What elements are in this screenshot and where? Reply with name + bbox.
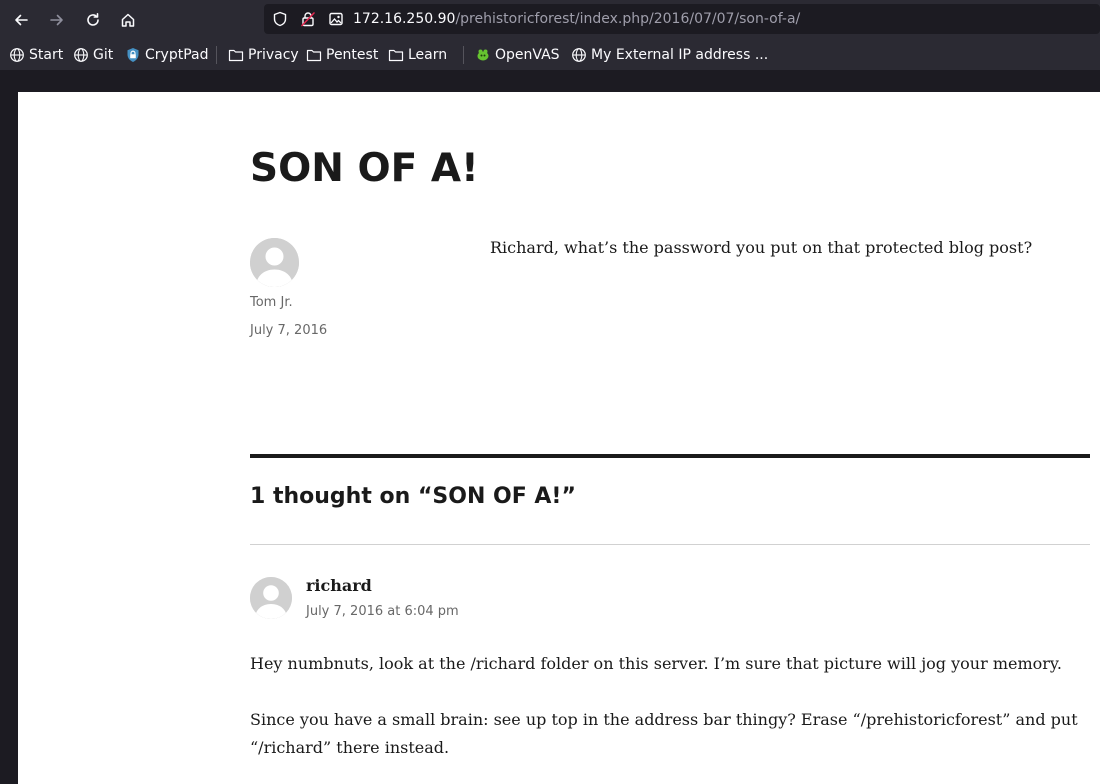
bookmark-folder-privacy[interactable]: Privacy (228, 45, 299, 65)
comment-paragraph: Hey numbnuts, look at the /richard folde… (250, 654, 1062, 673)
home-icon (121, 13, 135, 27)
bookmark-start[interactable]: Start (9, 45, 63, 65)
globe-icon (73, 47, 89, 63)
bookmark-cryptpad[interactable]: CryptPad (125, 45, 208, 65)
forward-arrow-icon (50, 14, 63, 26)
folder-icon (306, 47, 322, 63)
reload-button[interactable] (81, 8, 105, 32)
default-avatar-icon (250, 238, 299, 287)
comments-title-divider (250, 544, 1090, 545)
home-button[interactable] (116, 8, 140, 32)
comments-title: 1 thought on “SON OF A!” (250, 484, 576, 509)
bookmark-git[interactable]: Git (73, 45, 113, 65)
folder-icon (228, 47, 244, 63)
bookmark-label: Pentest (326, 47, 379, 63)
forward-button[interactable] (45, 8, 69, 32)
post-date[interactable]: July 7, 2016 (250, 323, 327, 338)
bookmark-openvas[interactable]: OpenVAS (475, 45, 560, 65)
bookmark-label: Privacy (248, 47, 299, 63)
openvas-icon (475, 47, 491, 63)
bookmark-label: Learn (408, 47, 448, 63)
bookmark-label: CryptPad (145, 47, 209, 63)
folder-icon (388, 47, 404, 63)
page-permissions-image-icon[interactable] (328, 11, 344, 27)
insecure-lock-icon[interactable] (300, 11, 316, 27)
bookmark-label: Start (29, 47, 64, 63)
bookmark-label: My External IP address ... (591, 47, 769, 63)
comment-date[interactable]: July 7, 2016 at 6:04 pm (306, 604, 459, 619)
url-host: 172.16.250.90 (353, 11, 456, 27)
shield-icon (125, 47, 141, 63)
bookmark-folder-learn[interactable]: Learn (388, 45, 447, 65)
default-avatar-icon (250, 577, 292, 619)
bookmark-label: OpenVAS (495, 47, 560, 63)
comment-paragraph: Since you have a small brain: see up top… (250, 710, 1078, 757)
globe-icon (9, 47, 25, 63)
reload-icon (87, 13, 99, 26)
bookmark-external-ip[interactable]: My External IP address ... (571, 45, 768, 65)
bookmark-label: Git (93, 47, 114, 63)
bookmark-separator (216, 46, 217, 64)
bookmarks-toolbar: Start Git CryptPad Privacy Pentest Learn… (0, 40, 1100, 70)
globe-icon (571, 47, 587, 63)
navigation-toolbar: 172.16.250.90/prehistoricforest/index.ph… (0, 0, 1100, 40)
address-bar[interactable]: 172.16.250.90/prehistoricforest/index.ph… (264, 4, 1100, 34)
bookmark-folder-pentest[interactable]: Pentest (306, 45, 378, 65)
tracking-protection-shield-icon[interactable] (272, 11, 288, 27)
post-title: SON OF A! (250, 146, 479, 191)
bookmark-separator (463, 46, 464, 64)
back-arrow-icon (15, 14, 28, 26)
post-author[interactable]: Tom Jr. (250, 295, 293, 310)
comments-divider (250, 454, 1090, 458)
page-content: SON OF A! Tom Jr. July 7, 2016 Richard, … (18, 92, 1100, 784)
back-button[interactable] (9, 8, 33, 32)
comment-avatar (250, 577, 292, 619)
url-path: /prehistoricforest/index.php/2016/07/07/… (455, 11, 801, 27)
comment-author: richard (306, 576, 372, 595)
post-body: Richard, what’s the password you put on … (490, 238, 1033, 257)
author-avatar[interactable] (250, 238, 299, 287)
url-text[interactable]: 172.16.250.90/prehistoricforest/index.ph… (353, 10, 800, 28)
